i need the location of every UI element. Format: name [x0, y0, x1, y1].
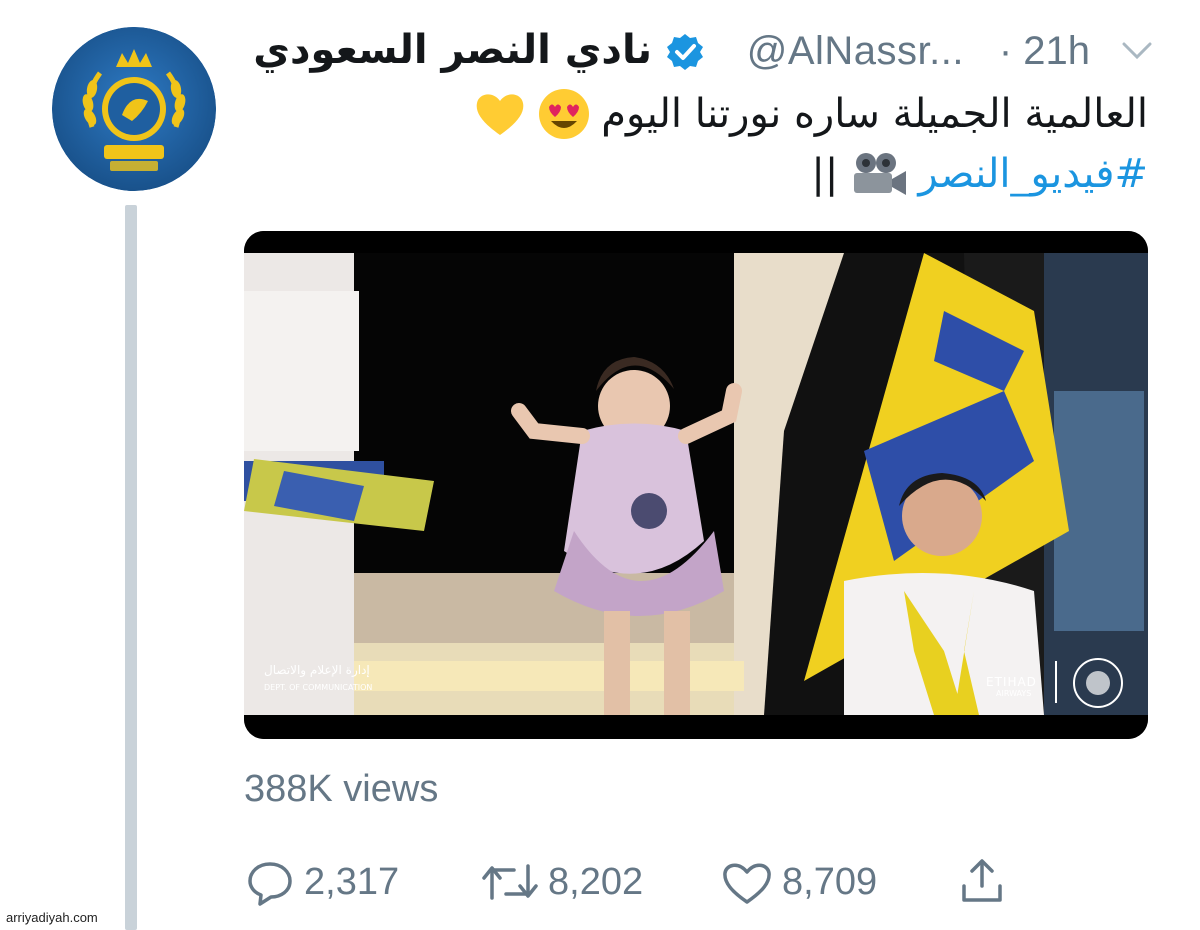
thread-line	[125, 205, 137, 930]
yellow-heart-emoji-icon	[476, 94, 524, 135]
video-frame	[244, 231, 1148, 739]
verified-icon	[667, 34, 703, 70]
share-button[interactable]	[956, 852, 1008, 912]
hashtag-link[interactable]: #فيديو_النصر	[918, 146, 1148, 202]
tweet-text: العالمية الجميلة ساره نورتنا اليوم #فيدي…	[248, 84, 1148, 204]
view-count: 388K views	[244, 768, 439, 810]
tweet-text-line: العالمية الجميلة ساره نورتنا اليوم	[248, 84, 1148, 144]
avatar[interactable]	[52, 27, 216, 191]
tweet-time[interactable]: · 21h	[999, 26, 1090, 76]
heart-eyes-emoji-icon	[539, 89, 590, 139]
video-overlay-dept: إدارة الإعلام والاتصال	[264, 663, 370, 677]
tweet-text-tail: ||	[811, 151, 839, 197]
video-overlay-brand: ETIHAD	[986, 675, 1037, 689]
reply-button[interactable]: 2,317	[244, 852, 399, 912]
retweet-icon	[482, 864, 538, 900]
tweet-header: نادي النصر السعودي @AlNassr... · 21h	[240, 26, 1160, 80]
chevron-down-icon[interactable]	[1120, 38, 1154, 64]
retweet-count: 8,202	[548, 860, 644, 903]
reply-count: 2,317	[304, 860, 400, 903]
reply-icon	[248, 862, 292, 906]
like-button[interactable]: 8,709	[720, 852, 877, 912]
tweet-hashtag-line: #فيديو_النصر ||	[248, 144, 1148, 204]
source-watermark: arriyadiyah.com	[6, 910, 98, 925]
camera-icon	[854, 153, 907, 195]
retweet-button[interactable]: 8,202	[480, 852, 643, 912]
tweet-actions: 2,317 8,202 8,709	[244, 852, 1074, 912]
video-overlay-dept-sub: DEPT. OF COMMUNICATION	[264, 683, 373, 692]
video-player[interactable]: ETIHAD AIRWAYS إدارة الإعلام والاتصال DE…	[244, 231, 1148, 739]
like-icon	[723, 863, 771, 904]
display-name[interactable]: نادي النصر السعودي	[253, 24, 652, 76]
al-nassr-logo	[52, 27, 216, 191]
share-icon	[962, 859, 1002, 902]
like-count: 8,709	[782, 860, 878, 903]
user-handle[interactable]: @AlNassr...	[747, 26, 964, 76]
video-overlay-brand-sub: AIRWAYS	[996, 689, 1032, 698]
tweet-text-main: العالمية الجميلة ساره نورتنا اليوم	[601, 91, 1148, 137]
